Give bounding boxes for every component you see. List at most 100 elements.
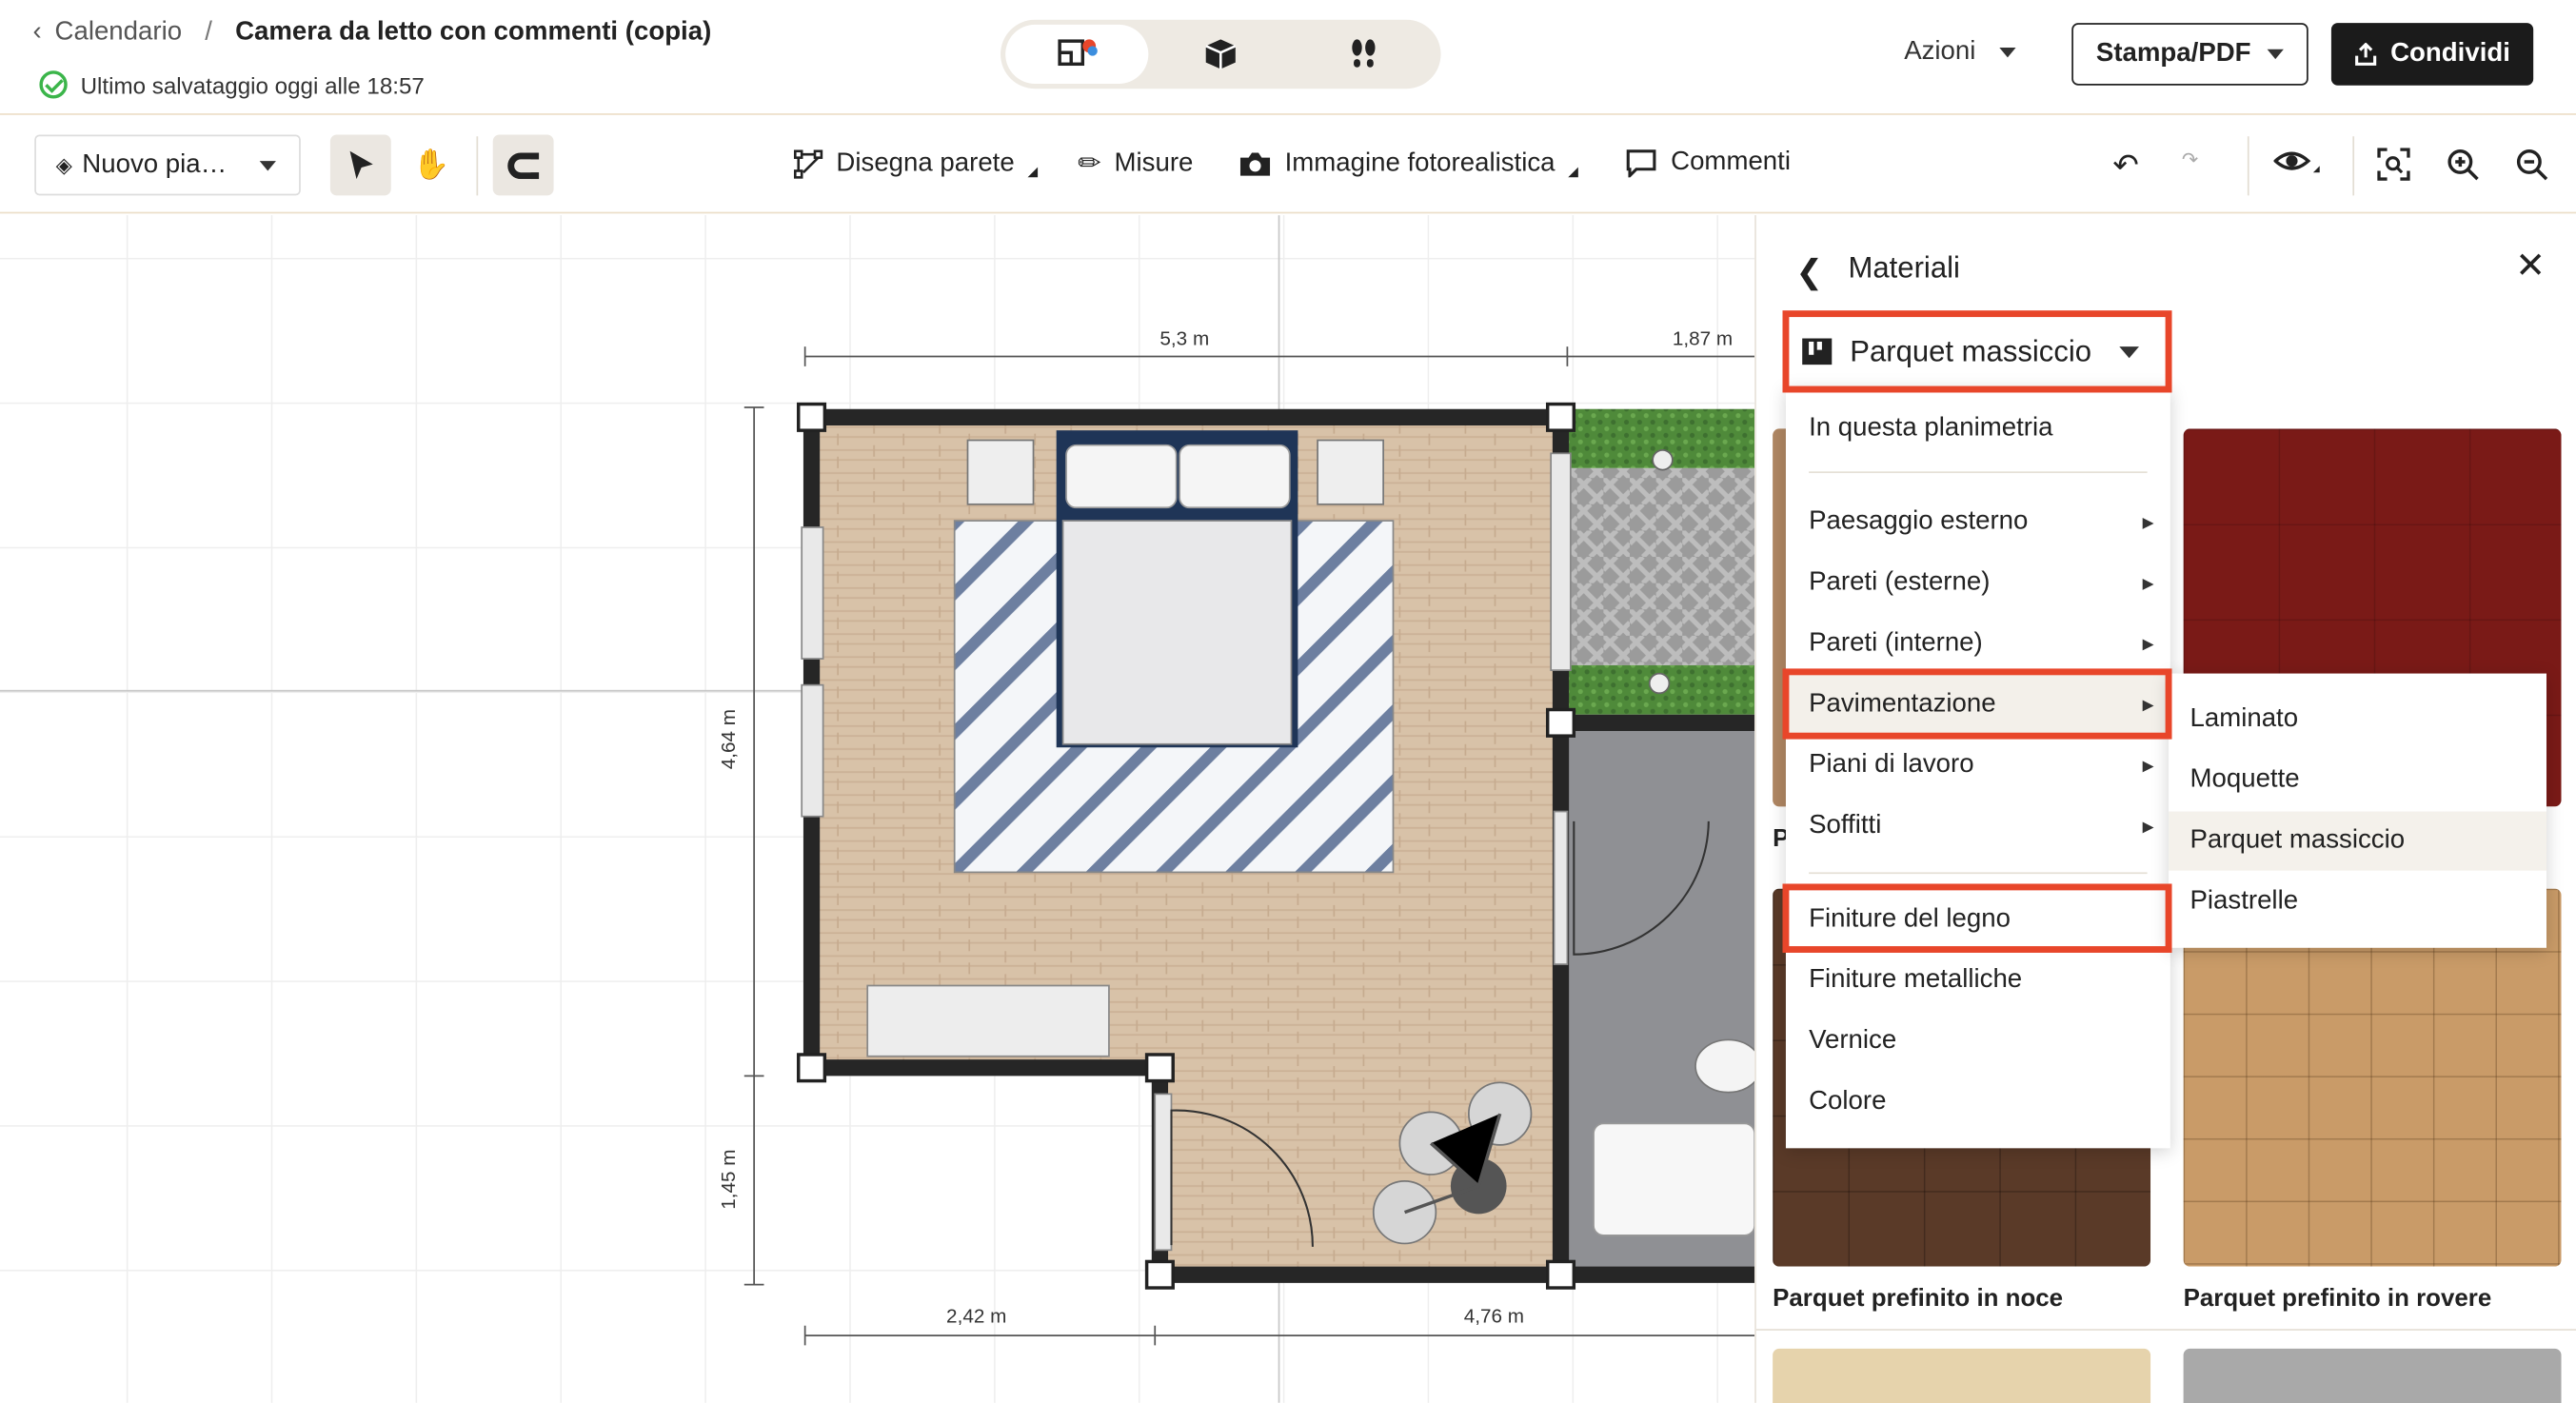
menu-item-walls-interior[interactable]: Pareti (interne) ▶: [1809, 629, 2153, 659]
door-frame[interactable]: [1553, 810, 1569, 965]
visibility-button[interactable]: [2272, 148, 2320, 187]
redo-button[interactable]: ↷: [2182, 148, 2198, 170]
undo-icon: ↶: [2112, 149, 2139, 185]
floorplan-drawing: [743, 346, 1755, 1346]
corner-handle[interactable]: [1545, 402, 1576, 432]
light-fixture: [1652, 449, 1674, 471]
menu-item-label: In questa planimetria: [1809, 413, 2053, 443]
pillow-left: [1065, 444, 1178, 509]
snap-magnet-button[interactable]: [492, 134, 554, 196]
material-tile[interactable]: [1773, 1348, 2151, 1403]
dimension-label[interactable]: 1,45 m: [717, 1149, 740, 1209]
comments-tool[interactable]: Commenti: [1625, 148, 1791, 178]
material-tile-label: Parquet prefinito in noce: [1773, 1284, 2064, 1313]
dimension-label[interactable]: 2,42 m: [946, 1304, 1006, 1327]
caret-down-icon: [2267, 49, 2285, 60]
menu-item-label: Pareti (interne): [1809, 628, 1983, 658]
print-pdf-button[interactable]: Stampa/PDF: [2071, 23, 2308, 86]
floorplan-canvas[interactable]: 5,3 m 1,87 m 4,64 m 1,45 m 2,42 m 4,76 m: [0, 215, 1755, 1403]
close-icon[interactable]: ✕: [2515, 245, 2546, 287]
undo-button[interactable]: ↶: [2112, 148, 2138, 186]
draw-wall-tool[interactable]: Disegna parete ◢: [793, 148, 1038, 179]
photo-render-tool[interactable]: Immagine fotorealistica ◢: [1238, 148, 1578, 179]
light-fixture: [1648, 672, 1671, 695]
zoom-out-button[interactable]: [2515, 148, 2548, 190]
menu-item-outdoor[interactable]: Paesaggio esterno ▶: [1809, 507, 2153, 537]
flooring-submenu: Laminato Moquette Parquet massiccio Pias…: [2169, 673, 2546, 948]
pillow-right: [1179, 444, 1291, 509]
menu-item-label: Finiture metalliche: [1809, 965, 2023, 995]
menu-item-label: Piani di lavoro: [1809, 750, 1974, 780]
view-2d-button[interactable]: [1005, 24, 1149, 85]
submenu-item-carpet[interactable]: Moquette: [2190, 765, 2299, 795]
dimension-label[interactable]: 1,87 m: [1673, 326, 1733, 349]
menu-item-this-plan[interactable]: In questa planimetria: [1809, 414, 2153, 444]
menu-item-walls-exterior[interactable]: Pareti (esterne) ▶: [1809, 568, 2153, 598]
bed-mattress: [1061, 520, 1293, 745]
menu-divider: [1809, 872, 2148, 875]
zoom-in-button[interactable]: [2447, 148, 2480, 190]
floor-selector-label: Nuovo pia…: [82, 149, 228, 179]
actions-label: Azioni: [1904, 37, 1976, 67]
bathtub: [1593, 1122, 1755, 1236]
highlight-box-wood-finishes: [1782, 883, 2172, 953]
toilet: [1694, 1038, 1755, 1094]
select-tool-button[interactable]: [329, 134, 391, 196]
draw-wall-label: Disegna parete: [836, 148, 1015, 177]
corner-handle[interactable]: [1144, 1053, 1175, 1083]
chevron-left-icon[interactable]: ❮: [1795, 251, 1823, 292]
measures-tool[interactable]: ✏ Misure: [1078, 148, 1193, 181]
actions-dropdown[interactable]: Azioni: [1904, 38, 2015, 68]
menu-item-label: Colore: [1809, 1087, 1887, 1116]
submenu-item-laminate[interactable]: Laminato: [2190, 704, 2298, 734]
cursor-arrow-icon: [348, 149, 372, 179]
measures-label: Misure: [1114, 149, 1194, 178]
corner-handle[interactable]: [1545, 1259, 1576, 1290]
nightstand-left[interactable]: [966, 439, 1035, 505]
dimension-label[interactable]: 4,76 m: [1464, 1304, 1524, 1327]
highlight-box-dropdown: [1782, 310, 2172, 393]
window[interactable]: [801, 683, 824, 818]
fit-view-button[interactable]: [2377, 148, 2410, 190]
door-frame[interactable]: [1154, 1093, 1173, 1252]
menu-divider: [1809, 471, 2148, 474]
paving-area: [1567, 467, 1755, 665]
bench[interactable]: [866, 984, 1110, 1057]
dimension-label[interactable]: 5,3 m: [1159, 326, 1209, 349]
nightstand-right[interactable]: [1317, 439, 1384, 505]
main-toolbar: ◈ Nuovo pia… ✋ Disegna parete ◢ ✏ Misure…: [0, 116, 2576, 214]
corner-handle[interactable]: [1144, 1259, 1175, 1290]
corner-handle[interactable]: [797, 1053, 827, 1083]
chevron-left-icon[interactable]: ‹: [33, 18, 42, 48]
window[interactable]: [1550, 452, 1572, 671]
menu-item-worktops[interactable]: Piani di lavoro ▶: [1809, 751, 2153, 781]
share-button[interactable]: Condividi: [2330, 23, 2534, 86]
corner-handle[interactable]: [1545, 707, 1576, 738]
toolbar-divider: [2352, 136, 2355, 196]
corner-handle[interactable]: [797, 402, 827, 432]
camera-icon: [1239, 151, 1271, 175]
save-status: Ultimo salvataggio oggi alle 18:57: [39, 70, 425, 99]
view-3d-button[interactable]: [1149, 25, 1293, 84]
pan-tool-button[interactable]: ✋: [401, 135, 462, 196]
save-status-text: Ultimo salvataggio oggi alle 18:57: [80, 71, 425, 98]
menu-item-metal-finishes[interactable]: Finiture metalliche: [1809, 966, 2153, 996]
menu-item-color[interactable]: Colore: [1809, 1087, 2153, 1116]
breadcrumb-back-link[interactable]: Calendario: [55, 18, 183, 48]
eye-icon: [2272, 151, 2320, 173]
floor-selector[interactable]: ◈ Nuovo pia…: [34, 134, 301, 196]
page-title[interactable]: Camera da letto con commenti (copia): [235, 18, 711, 48]
category-menu: In questa planimetria Paesaggio esterno ▶…: [1785, 387, 2170, 1149]
walk-view-button[interactable]: [1293, 25, 1437, 84]
menu-item-paint[interactable]: Vernice: [1809, 1027, 2153, 1057]
draw-wall-icon: [793, 148, 823, 178]
window[interactable]: [801, 526, 824, 660]
dimension-label[interactable]: 4,64 m: [717, 709, 740, 769]
comment-icon: [1626, 149, 1656, 178]
print-pdf-label: Stampa/PDF: [2095, 39, 2251, 68]
material-tile[interactable]: [2183, 1348, 2562, 1403]
menu-item-ceilings[interactable]: Soffitti ▶: [1809, 812, 2153, 841]
submenu-item-solid-parquet[interactable]: Parquet massiccio: [2190, 826, 2405, 856]
submenu-item-tiles[interactable]: Piastrelle: [2190, 887, 2298, 917]
photo-render-label: Immagine fotorealistica: [1284, 148, 1556, 177]
